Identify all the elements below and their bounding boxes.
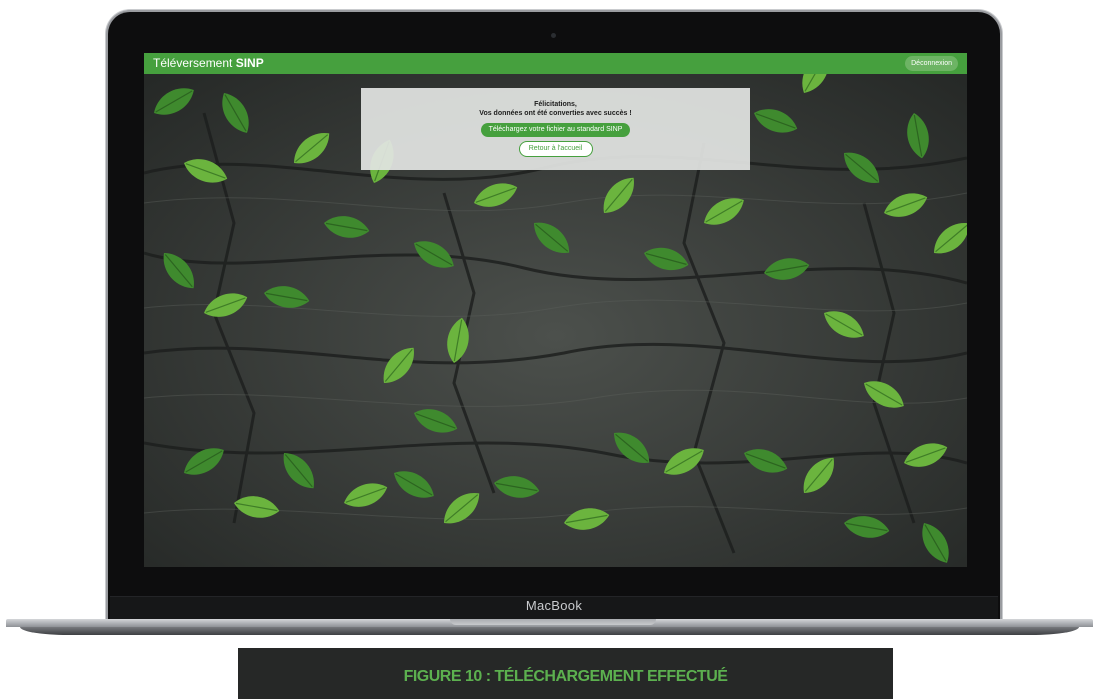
- success-dialog: Félicitations, Vos données ont été conve…: [361, 88, 750, 170]
- laptop-base-lip: [20, 627, 1079, 635]
- success-subheading: Vos données ont été converties avec succ…: [479, 110, 632, 117]
- laptop-hinge-notch: [450, 619, 656, 625]
- figure: Téléversement SINP Déconnexion Félicitat…: [0, 0, 1099, 699]
- app-title: Téléversement SINP: [153, 56, 264, 70]
- laptop-brand-label: MacBook: [525, 598, 583, 613]
- laptop-screen: Téléversement SINP Déconnexion Félicitat…: [144, 53, 967, 567]
- logout-button[interactable]: Déconnexion: [905, 56, 958, 71]
- app-title-prefix: Téléversement: [153, 56, 236, 70]
- app-header: Téléversement SINP Déconnexion: [144, 53, 967, 74]
- app-title-bold: SINP: [235, 56, 264, 70]
- success-heading: Félicitations,: [534, 101, 577, 108]
- figure-caption-text: FIGURE 10 : TÉLÉCHARGEMENT EFFECTUÉ: [403, 668, 728, 685]
- camera-icon: [551, 33, 556, 38]
- success-message: Félicitations, Vos données ont été conve…: [361, 100, 750, 118]
- figure-caption: FIGURE 10 : TÉLÉCHARGEMENT EFFECTUÉ: [238, 648, 893, 699]
- back-home-button[interactable]: Retour à l'accueil: [518, 141, 593, 157]
- download-file-button[interactable]: Téléchargez votre fichier au standard SI…: [480, 123, 631, 137]
